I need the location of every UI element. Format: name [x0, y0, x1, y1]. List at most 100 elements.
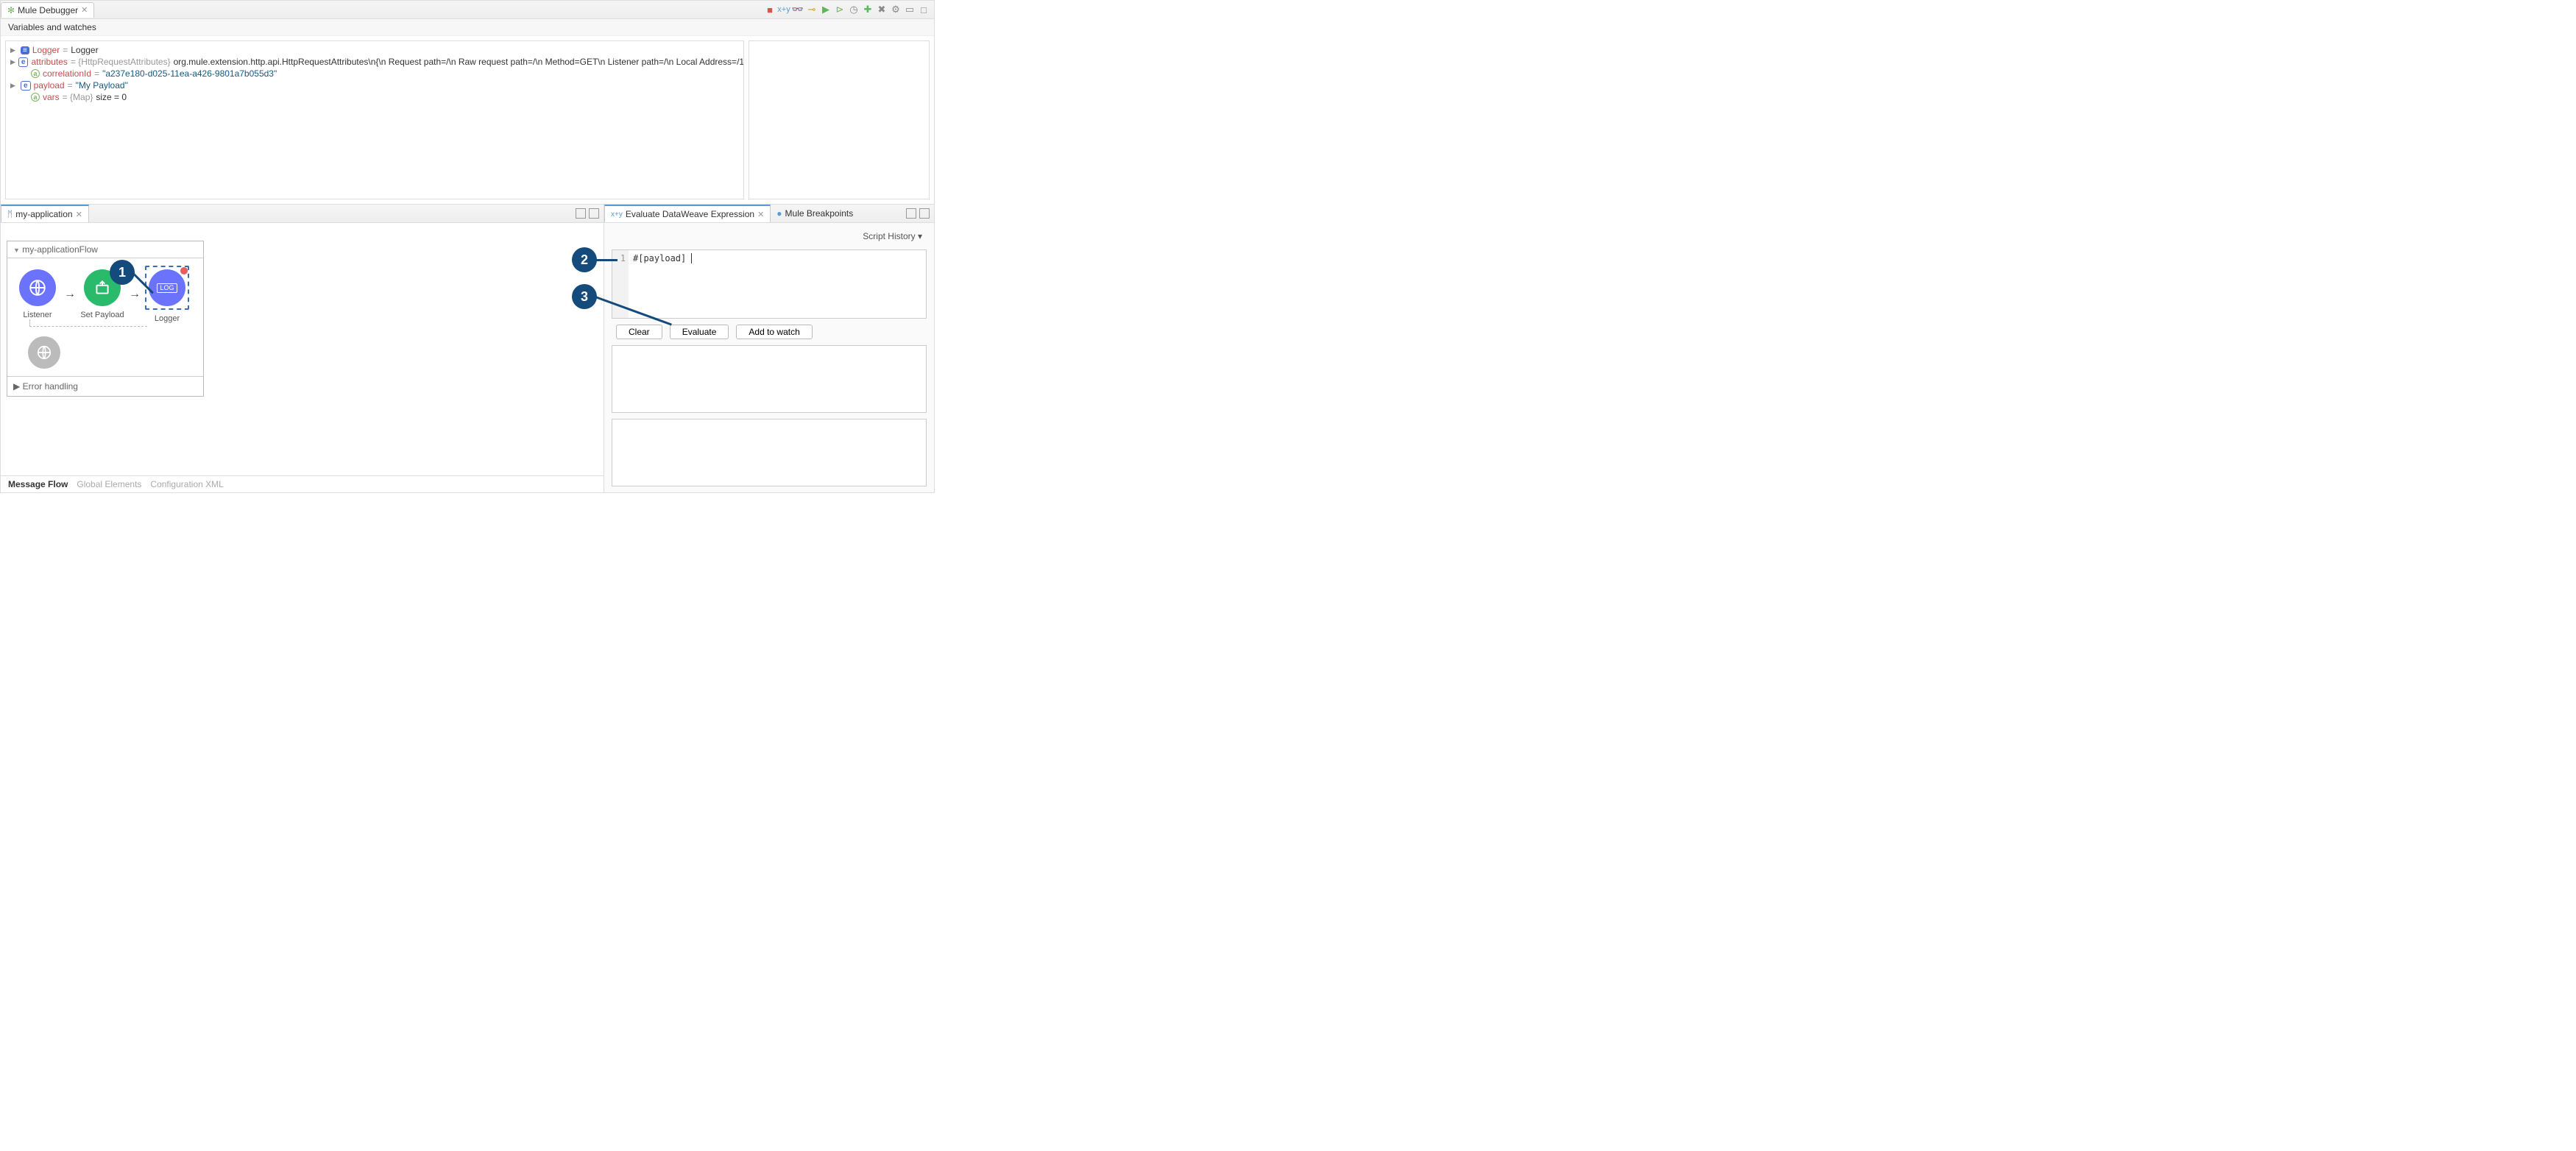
maximize-icon[interactable] — [589, 208, 599, 219]
tab-global-elements[interactable]: Global Elements — [77, 479, 141, 489]
tab-label: Mule Debugger — [18, 5, 78, 15]
resume-icon[interactable]: ▶ — [820, 4, 832, 15]
error-handling-row[interactable]: ▶ Error handling — [7, 376, 203, 396]
breakpoint-dot-icon — [180, 267, 188, 275]
result-output — [612, 345, 927, 413]
var-type: = {Map} — [63, 92, 93, 102]
wrench-icon[interactable]: ✖ — [876, 4, 888, 15]
tree-row[interactable]: a correlationId = "a237e180-d025-11ea-a4… — [10, 68, 739, 79]
tab-evaluate-expression[interactable]: x+y Evaluate DataWeave Expression ✕ — [604, 205, 771, 222]
eval-tab-bar: x+y Evaluate DataWeave Expression ✕ ● Mu… — [604, 205, 934, 223]
tab-config-xml[interactable]: Configuration XML — [150, 479, 223, 489]
flow-container[interactable]: ▼ my-applicationFlow Listener → — [7, 241, 204, 397]
node-listener[interactable]: Listener — [15, 269, 60, 319]
type-badge-icon: a — [31, 69, 40, 78]
tree-row[interactable]: ▶ e attributes = {HttpRequestAttributes}… — [10, 56, 739, 68]
type-badge-icon: e — [21, 81, 31, 91]
tree-row[interactable]: ▶ ≡ Logger = Logger — [10, 44, 739, 56]
script-history-dropdown[interactable]: Script History ▾ — [612, 229, 927, 244]
flow-title-row[interactable]: ▼ my-applicationFlow — [7, 241, 203, 258]
callout-line — [595, 259, 618, 261]
clock-icon[interactable]: ◷ — [848, 4, 860, 15]
close-icon[interactable]: ✕ — [757, 210, 764, 219]
return-path — [29, 319, 147, 327]
minimize-icon[interactable] — [906, 208, 916, 219]
var-eq: = — [94, 68, 99, 79]
close-icon[interactable]: ✕ — [76, 210, 82, 219]
text-cursor — [686, 253, 692, 263]
glasses-icon[interactable]: 👓 — [792, 4, 804, 15]
editor-bottom-tabs: Message Flow Global Elements Configurati… — [1, 475, 604, 492]
evaluate-button[interactable]: Evaluate — [670, 325, 729, 339]
flow-canvas[interactable]: 1 ▼ my-applicationFlow List — [1, 223, 604, 475]
debugger-tab-bar: ✻ Mule Debugger ✕ ■ x+y 👓 ⊸ ▶ ⊳ ◷ ✚ ✖ ⚙ … — [1, 1, 934, 19]
var-value: "My Payload" — [76, 80, 128, 91]
tab-label: Mule Breakpoints — [785, 208, 854, 219]
var-type: = {HttpRequestAttributes} — [71, 57, 171, 67]
expression-editor[interactable]: 1 #[payload] — [612, 249, 927, 319]
key-icon[interactable]: ⊸ — [806, 4, 818, 15]
response-globe-icon — [28, 336, 60, 369]
var-value: Logger — [71, 45, 98, 55]
type-badge-icon: e — [18, 57, 29, 67]
tab-my-application[interactable]: ᛗ my-application ✕ — [1, 205, 89, 222]
collapse-icon[interactable]: ▼ — [13, 247, 20, 254]
var-name: vars — [43, 92, 60, 102]
expand-icon[interactable]: ▶ — [10, 82, 18, 90]
var-eq: = — [63, 45, 68, 55]
var-name: attributes — [31, 57, 67, 67]
step-icon[interactable]: ⊳ — [834, 4, 846, 15]
var-value: "a237e180-d025-11ea-a426-9801a7b055d3" — [102, 68, 277, 79]
node-logger[interactable]: LOG Logger — [144, 266, 190, 323]
clear-button[interactable]: Clear — [616, 325, 662, 339]
expand-icon[interactable]: ▶ — [10, 46, 18, 54]
tab-message-flow[interactable]: Message Flow — [8, 479, 68, 489]
type-badge-icon: a — [31, 93, 40, 102]
watch-side-panel — [749, 40, 930, 199]
log-icon: LOG — [149, 269, 185, 306]
node-label: Logger — [155, 314, 180, 323]
maximize-icon[interactable]: □ — [918, 4, 930, 15]
expand-icon[interactable]: ▶ — [13, 381, 20, 392]
debugger-toolbar: ■ x+y 👓 ⊸ ▶ ⊳ ◷ ✚ ✖ ⚙ ▭ □ — [764, 4, 934, 15]
flow-title: my-applicationFlow — [22, 244, 98, 255]
globe-icon — [19, 269, 56, 306]
callout-3: 3 — [572, 284, 597, 309]
secondary-output — [612, 419, 927, 486]
expand-icon[interactable]: ▶ — [10, 58, 15, 66]
var-eq: = — [68, 80, 73, 91]
expression-input[interactable]: #[payload] — [629, 250, 926, 318]
variables-tree[interactable]: ▶ ≡ Logger = Logger ▶ e attributes = {Ht… — [5, 40, 744, 199]
arrow-icon: → — [64, 288, 76, 301]
callout-2: 2 — [572, 247, 597, 272]
node-label: Set Payload — [80, 311, 124, 319]
var-value: size = 0 — [96, 92, 127, 102]
node-label: Listener — [23, 311, 52, 319]
callout-1: 1 — [110, 260, 135, 285]
tree-row[interactable]: a vars = {Map} size = 0 — [10, 91, 739, 103]
minimize-icon[interactable] — [576, 208, 586, 219]
tab-label: my-application — [15, 209, 72, 219]
stop-icon[interactable]: ■ — [764, 4, 776, 15]
var-name: correlationId — [43, 68, 91, 79]
close-icon[interactable]: ✕ — [81, 5, 88, 15]
gears-icon[interactable]: ⚙ — [890, 4, 902, 15]
tab-mule-breakpoints[interactable]: ● Mule Breakpoints — [771, 205, 859, 222]
minimize-icon[interactable]: ▭ — [904, 4, 916, 15]
var-value: org.mule.extension.http.api.HttpRequestA… — [174, 57, 744, 67]
tab-mule-debugger[interactable]: ✻ Mule Debugger ✕ — [1, 2, 94, 18]
var-name: Logger — [32, 45, 60, 55]
bug-icon: ✻ — [7, 5, 15, 15]
expression-icon: x+y — [611, 210, 623, 219]
tree-row[interactable]: ▶ e payload = "My Payload" — [10, 79, 739, 91]
mule-icon: ᛗ — [7, 209, 13, 219]
tab-label: Evaluate DataWeave Expression — [626, 209, 754, 219]
add-to-watch-button[interactable]: Add to watch — [736, 325, 812, 339]
var-name: payload — [34, 80, 65, 91]
plus-icon[interactable]: ✚ — [862, 4, 874, 15]
vars-header: Variables and watches — [1, 19, 934, 36]
expression-icon[interactable]: x+y — [778, 4, 790, 15]
maximize-icon[interactable] — [919, 208, 930, 219]
flow-tab-bar: ᛗ my-application ✕ — [1, 205, 604, 223]
type-badge-icon: ≡ — [21, 46, 29, 54]
